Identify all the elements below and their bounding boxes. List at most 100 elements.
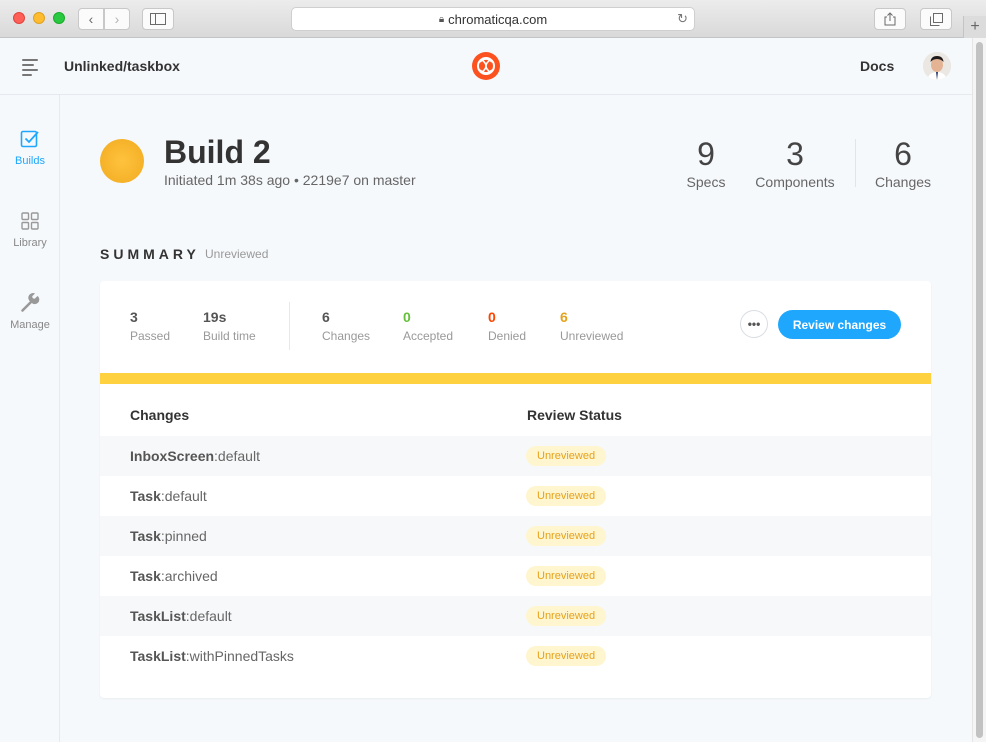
metric-changes: 6 Changes [322,309,370,343]
component-name: Task [130,488,161,504]
story-name: :default [185,608,232,624]
menu-icon[interactable] [22,59,38,79]
page-title: Build 2 [164,134,271,170]
story-name: :withPinnedTasks [185,648,294,664]
metric-label: Passed [130,329,171,343]
chevron-right-icon: › [114,11,120,27]
metric-value: 3 [130,309,138,325]
story-name: :default [214,448,260,464]
table-row[interactable]: InboxScreen:default Unreviewed [100,436,931,476]
status-badge: Unreviewed [526,486,607,506]
sidebar-item-manage[interactable]: Manage [0,293,60,331]
project-name[interactable]: Unlinked/taskbox [64,58,180,74]
app-header: Unlinked/taskbox Docs [0,38,972,95]
table-row[interactable]: Task:archived Unreviewed [100,556,931,596]
build-status-badge [100,139,144,183]
column-header-changes: Changes [130,407,190,423]
status-badge: Unreviewed [526,566,607,586]
metric-build-time: 19s Build time [203,309,256,343]
docs-link[interactable]: Docs [860,58,894,74]
stat-value: 9 [697,136,715,172]
share-button[interactable] [874,8,906,30]
stat-changes: 6 Changes [873,138,933,190]
ellipsis-icon: ••• [747,317,761,331]
build-meta: Initiated 1m 38s ago • 2219e7 on master [164,172,416,188]
table-row[interactable]: TaskList:default Unreviewed [100,596,931,636]
table-row[interactable]: Task:default Unreviewed [100,476,931,516]
change-name: Task:default [130,488,207,504]
sidebar-item-label: Builds [15,155,45,167]
metric-accepted: 0 Accepted [403,309,453,343]
status-badge: Unreviewed [526,446,607,466]
sidebar-toggle-button[interactable] [142,8,174,30]
sidebar-item-label: Library [13,237,47,249]
summary-card: 3 Passed 19s Build time 6 Changes 0 Acce… [100,281,931,698]
component-name: Task [130,528,161,544]
metric-passed: 3 Passed [130,309,170,343]
url-text: chromaticqa.com [448,11,548,27]
close-window-button[interactable] [13,12,25,24]
tabs-button[interactable] [920,8,952,30]
summary-status: Unreviewed [205,247,269,261]
change-name: TaskList:withPinnedTasks [130,648,294,664]
story-name: :default [160,488,207,504]
metric-denied: 0 Denied [488,309,526,343]
metric-label: Accepted [403,329,454,343]
minimize-window-button[interactable] [33,12,45,24]
stat-label: Specs [686,174,726,190]
status-badge: Unreviewed [526,646,607,666]
review-changes-button[interactable]: Review changes [778,310,901,339]
stat-specs: 9 Specs [682,138,730,190]
change-name: Task:archived [130,568,218,584]
sidebar: Builds Library Manage [0,95,60,742]
sidebar-item-library[interactable]: Library [0,211,60,249]
metric-unreviewed: 6 Unreviewed [560,309,623,343]
metric-value: 0 [403,309,411,325]
metric-label: Denied [488,329,527,343]
progress-bar [100,373,931,384]
stat-components: 3 Components [751,138,839,190]
share-icon [884,12,896,26]
change-name: InboxScreen:default [130,448,260,464]
browser-toolbar: ‹ › 🔒︎ chromaticqa.com ↻ [0,0,986,38]
avatar[interactable] [923,52,951,80]
story-name: :archived [160,568,218,584]
component-name: TaskList [130,648,186,664]
summary-heading: SUMMARY [100,246,200,262]
tabs-icon [929,12,943,26]
metric-value: 0 [488,309,496,325]
scrollbar-thumb[interactable] [976,42,983,738]
component-name: Task [130,568,161,584]
back-button[interactable]: ‹ [78,8,104,30]
checkbox-icon [20,130,39,148]
metric-value: 19s [203,309,227,325]
table-row[interactable]: Task:pinned Unreviewed [100,516,931,556]
table-row[interactable]: TaskList:withPinnedTasks Unreviewed [100,636,931,676]
sidebar-item-builds[interactable]: Builds [0,129,60,167]
status-badge: Unreviewed [526,606,607,626]
zoom-window-button[interactable] [53,12,65,24]
stat-label: Components [755,174,835,190]
chromatic-logo[interactable] [472,52,500,80]
scrollbar[interactable] [972,38,986,742]
metric-label: Build time [203,329,256,343]
stat-label: Changes [874,174,932,190]
plus-icon: + [970,18,980,35]
metric-value: 6 [560,309,568,325]
component-name: InboxScreen [130,448,215,464]
chevron-left-icon: ‹ [88,11,94,27]
forward-button[interactable]: › [104,8,130,30]
reload-icon[interactable]: ↻ [677,11,688,27]
more-options-button[interactable]: ••• [740,310,768,338]
status-badge: Unreviewed [526,526,607,546]
metric-label: Unreviewed [560,329,624,343]
metric-label: Changes [322,329,371,343]
divider [855,139,856,187]
sidebar-item-label: Manage [10,319,50,331]
new-tab-button[interactable]: + [963,16,986,38]
wrench-icon [21,293,40,312]
story-name: :pinned [160,528,207,544]
change-name: TaskList:default [130,608,232,624]
address-bar[interactable]: 🔒︎ chromaticqa.com ↻ [291,7,695,31]
divider [289,302,290,350]
